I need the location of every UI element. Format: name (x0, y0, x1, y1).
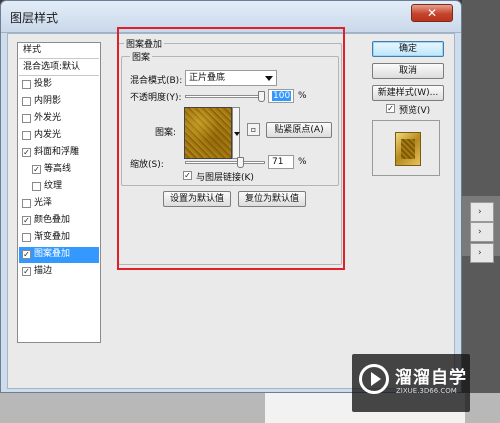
style-preview (372, 120, 440, 176)
link-with-layer-label: 与图层链接(K) (196, 173, 254, 183)
blend-mode-select[interactable]: 正片叠底 (185, 70, 277, 86)
style-item[interactable]: 内发光 (19, 128, 99, 144)
style-item[interactable]: 纹理 (19, 179, 99, 195)
style-item[interactable]: 光泽 (19, 196, 99, 212)
style-item[interactable]: 渐变叠加 (19, 230, 99, 246)
style-item-checkbox[interactable]: ✓ (22, 267, 31, 276)
blend-mode-value: 正片叠底 (189, 73, 226, 83)
style-item-checkbox[interactable]: ✓ (22, 250, 31, 259)
watermark-logo: 溜溜自学 ZIXUE.3D66.COM (352, 354, 470, 412)
style-item-checkbox[interactable] (22, 114, 31, 123)
link-with-layer-checkbox[interactable]: ✓ (183, 171, 192, 180)
subgroup-title: 图案 (130, 50, 153, 63)
opacity-slider[interactable] (185, 95, 265, 98)
style-item-checkbox[interactable] (22, 80, 31, 89)
style-item[interactable]: ✓ 等高线 (19, 162, 99, 178)
style-item-label: 斜面和浮雕 (34, 147, 80, 157)
style-item-checkbox[interactable]: ✓ (22, 148, 31, 157)
preview-label: 预览(V) (399, 106, 431, 116)
new-preset-icon[interactable]: ▫ (247, 123, 260, 136)
window-title: 图层样式 (10, 11, 59, 25)
blending-options-item[interactable]: 混合选项:默认 (19, 60, 99, 76)
pattern-label: 图案: (155, 128, 177, 138)
play-icon (359, 364, 389, 394)
opacity-value: 100 (272, 91, 292, 101)
background-panel-button[interactable]: › (470, 222, 494, 242)
style-item-label: 纹理 (44, 181, 63, 191)
pattern-picker-arrow[interactable] (232, 107, 240, 159)
title-bar[interactable]: 图层样式 ✕ (1, 1, 461, 33)
style-item[interactable]: 内阴影 (19, 94, 99, 110)
style-item-checkbox[interactable]: ✓ (22, 216, 31, 225)
style-item-label: 描边 (34, 266, 53, 276)
style-list: 样式 混合选项:默认 投影 内阴影 外发光 内发光 ✓ 斜面和浮雕 ✓ 等高线 纹理 光泽 ✓ 颜色叠… (17, 42, 101, 343)
style-item-label: 外发光 (34, 113, 62, 123)
style-item-checkbox[interactable] (22, 233, 31, 242)
group-title: 图案叠加 (124, 37, 165, 50)
preview-checkbox[interactable]: ✓ (386, 104, 395, 113)
style-item-label: 投影 (34, 79, 53, 89)
scale-percent: % (298, 157, 307, 167)
style-item[interactable]: ✓ 颜色叠加 (19, 213, 99, 229)
background-panel-button[interactable]: › (470, 243, 494, 263)
pattern-swatch[interactable] (184, 107, 232, 159)
cancel-button[interactable]: 取消 (372, 63, 444, 79)
style-item-label: 光泽 (34, 198, 53, 208)
blend-mode-label: 混合模式(B): (130, 76, 183, 86)
set-default-button[interactable]: 设置为默认值 (163, 191, 231, 207)
opacity-input[interactable]: 100 (268, 89, 294, 103)
style-item-label: 颜色叠加 (34, 215, 71, 225)
style-item-checkbox[interactable] (22, 131, 31, 140)
opacity-slider-thumb[interactable] (258, 91, 265, 102)
style-item-label: 等高线 (44, 164, 72, 174)
opacity-label: 不透明度(Y): (130, 93, 182, 103)
style-item-label: 内发光 (34, 130, 62, 140)
snap-to-origin-button[interactable]: 贴紧原点(A) (266, 122, 332, 138)
style-item[interactable]: ✓ 斜面和浮雕 (19, 145, 99, 161)
style-item-checkbox[interactable] (22, 97, 31, 106)
watermark-brand: 溜溜自学 (395, 368, 467, 388)
style-item-checkbox[interactable] (22, 199, 31, 208)
style-item-checkbox[interactable] (32, 182, 41, 191)
scale-slider[interactable] (185, 161, 265, 164)
style-item[interactable]: 外发光 (19, 111, 99, 127)
style-item[interactable]: ✓ 图案叠加 (19, 247, 99, 263)
chevron-down-icon (265, 76, 273, 81)
opacity-percent: % (298, 91, 307, 101)
style-item-label: 渐变叠加 (34, 232, 71, 242)
style-item[interactable]: ✓ 描边 (19, 264, 99, 280)
background-panel-button[interactable]: › (470, 202, 494, 222)
style-item-label: 图案叠加 (34, 249, 71, 259)
style-item[interactable]: 投影 (19, 77, 99, 93)
watermark-url: ZIXUE.3D66.COM (396, 387, 457, 395)
new-style-button[interactable]: 新建样式(W)... (372, 85, 444, 101)
scale-label: 缩放(S): (130, 160, 164, 170)
reset-default-button[interactable]: 复位为默认值 (238, 191, 306, 207)
scale-slider-thumb[interactable] (236, 157, 244, 168)
scale-input[interactable]: 71 (268, 155, 294, 169)
ok-button[interactable]: 确定 (372, 41, 444, 57)
close-button[interactable]: ✕ (411, 4, 453, 22)
scale-value: 71 (272, 157, 284, 167)
style-list-header[interactable]: 样式 (19, 43, 99, 59)
style-item-label: 内阴影 (34, 96, 62, 106)
style-preview-tile (395, 132, 421, 166)
style-item-checkbox[interactable]: ✓ (32, 165, 41, 174)
